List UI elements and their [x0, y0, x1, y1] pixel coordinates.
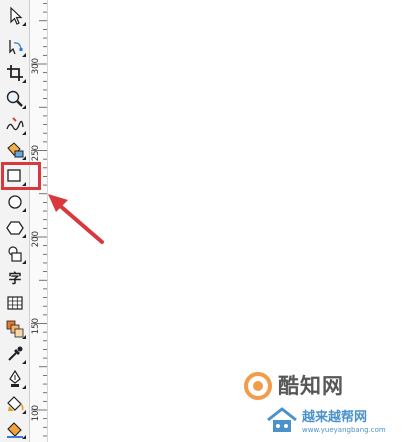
watermark-logo-icon — [244, 372, 272, 400]
flyout-indicator — [22, 335, 26, 339]
toolbox: 字 — [0, 0, 30, 442]
freehand-tool[interactable] — [4, 114, 26, 136]
flyout-indicator — [22, 234, 26, 238]
flyout-indicator — [22, 79, 26, 83]
watermark-title: 酷知网 — [278, 374, 344, 398]
smart-fill-tool[interactable] — [4, 139, 26, 161]
table-grid-icon — [7, 296, 23, 310]
crop-tool[interactable] — [4, 62, 26, 84]
polygon-tool[interactable] — [4, 217, 26, 239]
text-tool[interactable]: 字 — [4, 266, 26, 288]
ruler-label-150: 150 — [31, 318, 41, 335]
flyout-indicator — [22, 360, 26, 364]
flyout-indicator — [22, 435, 26, 439]
fill-tool[interactable] — [4, 393, 26, 415]
table-tool[interactable] — [4, 292, 26, 314]
text-glyph-icon: 字 — [8, 271, 22, 287]
ruler-label-100: 100 — [31, 405, 41, 422]
ruler-label-300: 300 — [31, 58, 41, 75]
pick-tool[interactable] — [4, 5, 26, 27]
watermark: 酷知网 越来越帮网 www.yueyangbang.com — [238, 368, 402, 442]
basic-shapes-tool[interactable] — [4, 243, 26, 265]
watermark-url: www.yueyangbang.com — [302, 426, 386, 434]
zoom-tool[interactable] — [4, 88, 26, 110]
watermark-subtitle: 越来越帮网 — [302, 410, 368, 425]
watermark-house-icon — [267, 407, 297, 432]
ruler-label-200: 200 — [31, 231, 41, 248]
annotation-arrow — [48, 194, 104, 244]
flyout-indicator — [22, 105, 26, 109]
flyout-indicator — [22, 53, 26, 57]
flyout-indicator — [22, 410, 26, 414]
flyout-indicator — [22, 22, 26, 26]
interactive-fill-tool[interactable] — [4, 418, 26, 440]
flyout-indicator — [22, 156, 26, 160]
shape-tool[interactable] — [4, 36, 26, 58]
outline-pen-tool[interactable] — [4, 368, 26, 390]
ruler-label-250: 250 — [31, 145, 41, 162]
flyout-indicator — [22, 260, 26, 264]
ellipse-tool[interactable] — [4, 191, 26, 213]
flyout-indicator — [22, 385, 26, 389]
rectangle-tool-highlight — [1, 162, 41, 190]
eyedropper-tool[interactable] — [4, 343, 26, 365]
interactive-tool[interactable] — [4, 318, 26, 340]
flyout-indicator — [22, 131, 26, 135]
flyout-indicator — [22, 208, 26, 212]
